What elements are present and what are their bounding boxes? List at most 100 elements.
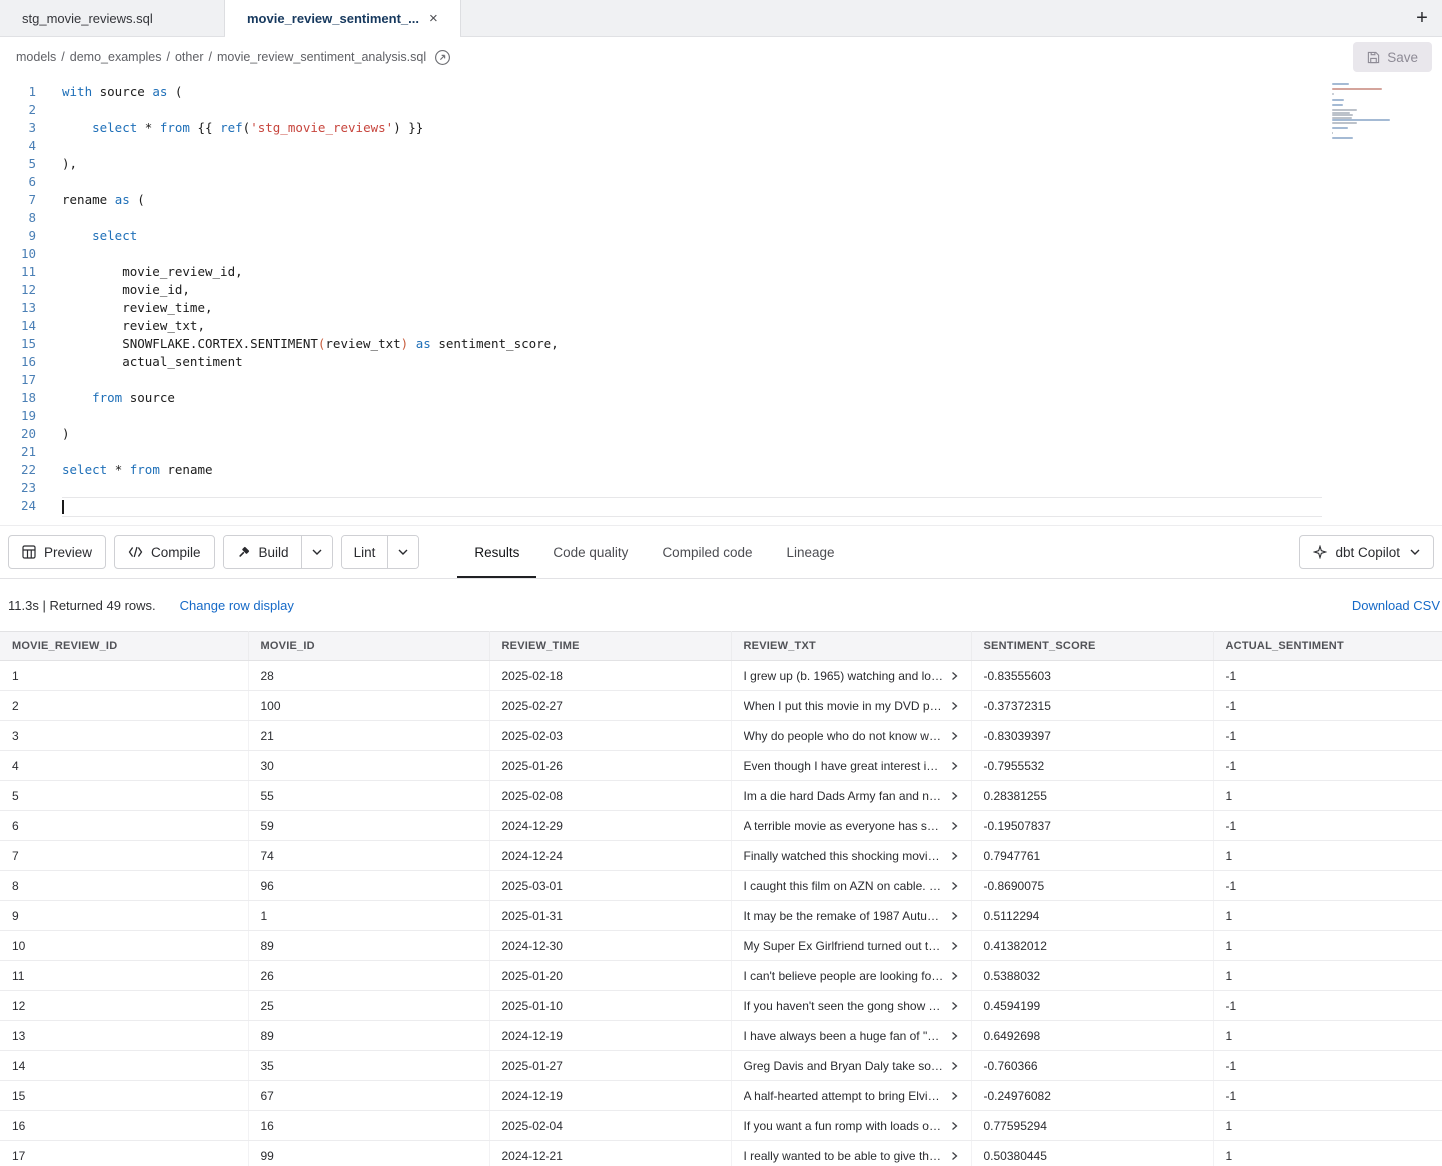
breadcrumb-segment[interactable]: models xyxy=(16,50,56,64)
code-line[interactable]: ) xyxy=(62,425,1322,443)
column-header[interactable]: REVIEW_TIME xyxy=(489,632,731,661)
review-txt-text: My Super Ex Girlfriend turned out to b… xyxy=(744,939,944,953)
build-button[interactable]: Build xyxy=(224,536,301,568)
expand-row-icon[interactable] xyxy=(950,761,959,771)
review-txt-text: Even though I have great interest in Bi… xyxy=(744,759,944,773)
preview-button[interactable]: Preview xyxy=(8,535,106,569)
table-cell: 2024-12-19 xyxy=(489,1021,731,1051)
expand-row-icon[interactable] xyxy=(950,911,959,921)
save-icon xyxy=(1367,51,1380,64)
editor-tab-bar: stg_movie_reviews.sql movie_review_senti… xyxy=(0,0,1442,37)
download-csv-link[interactable]: Download CSV xyxy=(1352,598,1440,613)
minimap-line xyxy=(1332,104,1343,106)
expand-row-icon[interactable] xyxy=(950,821,959,831)
close-tab-icon[interactable]: × xyxy=(429,11,438,26)
code-line[interactable]: select xyxy=(62,227,1322,245)
breadcrumb-segment[interactable]: other xyxy=(175,50,204,64)
table-row: 1282025-02-18I grew up (b. 1965) watchin… xyxy=(0,661,1442,691)
copilot-label: dbt Copilot xyxy=(1335,545,1400,560)
review-txt-cell: It may be the remake of 1987 Autumn'… xyxy=(731,901,971,931)
code-line[interactable] xyxy=(62,209,1322,227)
text-cursor xyxy=(62,500,64,514)
code-line[interactable] xyxy=(62,101,1322,119)
copy-path-icon[interactable] xyxy=(434,49,451,66)
minimap[interactable] xyxy=(1332,83,1398,145)
dbt-copilot-button[interactable]: dbt Copilot xyxy=(1299,535,1434,569)
save-button[interactable]: Save xyxy=(1353,42,1432,72)
expand-row-icon[interactable] xyxy=(950,941,959,951)
table-cell: 7 xyxy=(0,841,248,871)
expand-row-icon[interactable] xyxy=(950,1061,959,1071)
expand-row-icon[interactable] xyxy=(950,671,959,681)
review-txt-cell: A terrible movie as everyone has said. … xyxy=(731,811,971,841)
code-line[interactable]: select * from {{ ref('stg_movie_reviews'… xyxy=(62,119,1322,137)
review-txt-cell: I caught this film on AZN on cable. It s… xyxy=(731,871,971,901)
column-header[interactable]: MOVIE_ID xyxy=(248,632,489,661)
build-dropdown-chevron-icon[interactable] xyxy=(301,536,332,568)
code-line[interactable]: with source as ( xyxy=(62,83,1322,101)
breadcrumb-segment[interactable]: movie_review_sentiment_analysis.sql xyxy=(217,50,426,64)
review-txt-cell: If you haven't seen the gong show TV s… xyxy=(731,991,971,1021)
code-line[interactable] xyxy=(62,245,1322,263)
table-cell: 17 xyxy=(0,1141,248,1166)
code-line[interactable]: from source xyxy=(62,389,1322,407)
breadcrumb-segment[interactable]: demo_examples xyxy=(70,50,162,64)
table-cell: 2025-01-27 xyxy=(489,1051,731,1081)
code-line[interactable]: ), xyxy=(62,155,1322,173)
code-line[interactable] xyxy=(62,407,1322,425)
code-line[interactable]: movie_review_id, xyxy=(62,263,1322,281)
lint-label: Lint xyxy=(354,545,376,560)
code-line[interactable] xyxy=(62,371,1322,389)
expand-row-icon[interactable] xyxy=(950,701,959,711)
lint-button[interactable]: Lint xyxy=(342,536,388,568)
expand-row-icon[interactable] xyxy=(950,1091,959,1101)
expand-row-icon[interactable] xyxy=(950,1031,959,1041)
table-cell: -1 xyxy=(1213,691,1442,721)
tab-lineage[interactable]: Lineage xyxy=(770,526,852,578)
expand-row-icon[interactable] xyxy=(950,1121,959,1131)
code-editor[interactable]: 123456789101112131415161718192021222324 … xyxy=(0,77,1442,525)
tab-movie-review-sentiment[interactable]: movie_review_sentiment_... × xyxy=(225,0,461,36)
code-line[interactable]: review_time, xyxy=(62,299,1322,317)
line-number: 6 xyxy=(0,173,36,191)
code-line[interactable]: review_txt, xyxy=(62,317,1322,335)
tab-results[interactable]: Results xyxy=(457,526,536,578)
column-header[interactable]: REVIEW_TXT xyxy=(731,632,971,661)
column-header[interactable]: ACTUAL_SENTIMENT xyxy=(1213,632,1442,661)
compile-button[interactable]: Compile xyxy=(114,535,215,569)
code-line[interactable] xyxy=(62,479,1322,497)
new-tab-button[interactable]: + xyxy=(1402,0,1442,36)
code-area[interactable]: with source as ( select * from {{ ref('s… xyxy=(44,77,1442,525)
code-line[interactable]: rename as ( xyxy=(62,191,1322,209)
expand-row-icon[interactable] xyxy=(950,731,959,741)
expand-row-icon[interactable] xyxy=(950,1151,959,1161)
code-line[interactable] xyxy=(62,173,1322,191)
expand-row-icon[interactable] xyxy=(950,971,959,981)
column-header[interactable]: SENTIMENT_SCORE xyxy=(971,632,1213,661)
line-number: 7 xyxy=(0,191,36,209)
code-line[interactable]: movie_id, xyxy=(62,281,1322,299)
change-row-display-link[interactable]: Change row display xyxy=(180,598,294,613)
tab-compiled-code[interactable]: Compiled code xyxy=(645,526,769,578)
code-line[interactable] xyxy=(62,497,1322,517)
tab-code-quality[interactable]: Code quality xyxy=(536,526,645,578)
code-line[interactable]: SNOWFLAKE.CORTEX.SENTIMENT(review_txt) a… xyxy=(62,335,1322,353)
expand-row-icon[interactable] xyxy=(950,851,959,861)
review-txt-text: Why do people who do not know what… xyxy=(744,729,944,743)
line-number: 3 xyxy=(0,119,36,137)
table-cell: 9 xyxy=(0,901,248,931)
lint-dropdown-chevron-icon[interactable] xyxy=(387,536,418,568)
tab-stg-movie-reviews[interactable]: stg_movie_reviews.sql xyxy=(0,0,225,36)
expand-row-icon[interactable] xyxy=(950,881,959,891)
column-header[interactable]: MOVIE_REVIEW_ID xyxy=(0,632,248,661)
code-brackets-icon xyxy=(128,546,143,558)
expand-row-icon[interactable] xyxy=(950,1001,959,1011)
review-txt-text: If you want a fun romp with loads of s… xyxy=(744,1119,944,1133)
code-line[interactable]: actual_sentiment xyxy=(62,353,1322,371)
code-line[interactable]: select * from rename xyxy=(62,461,1322,479)
table-cell: 0.50380445 xyxy=(971,1141,1213,1166)
table-row: 4302025-01-26Even though I have great in… xyxy=(0,751,1442,781)
expand-row-icon[interactable] xyxy=(950,791,959,801)
code-line[interactable] xyxy=(62,137,1322,155)
code-line[interactable] xyxy=(62,443,1322,461)
